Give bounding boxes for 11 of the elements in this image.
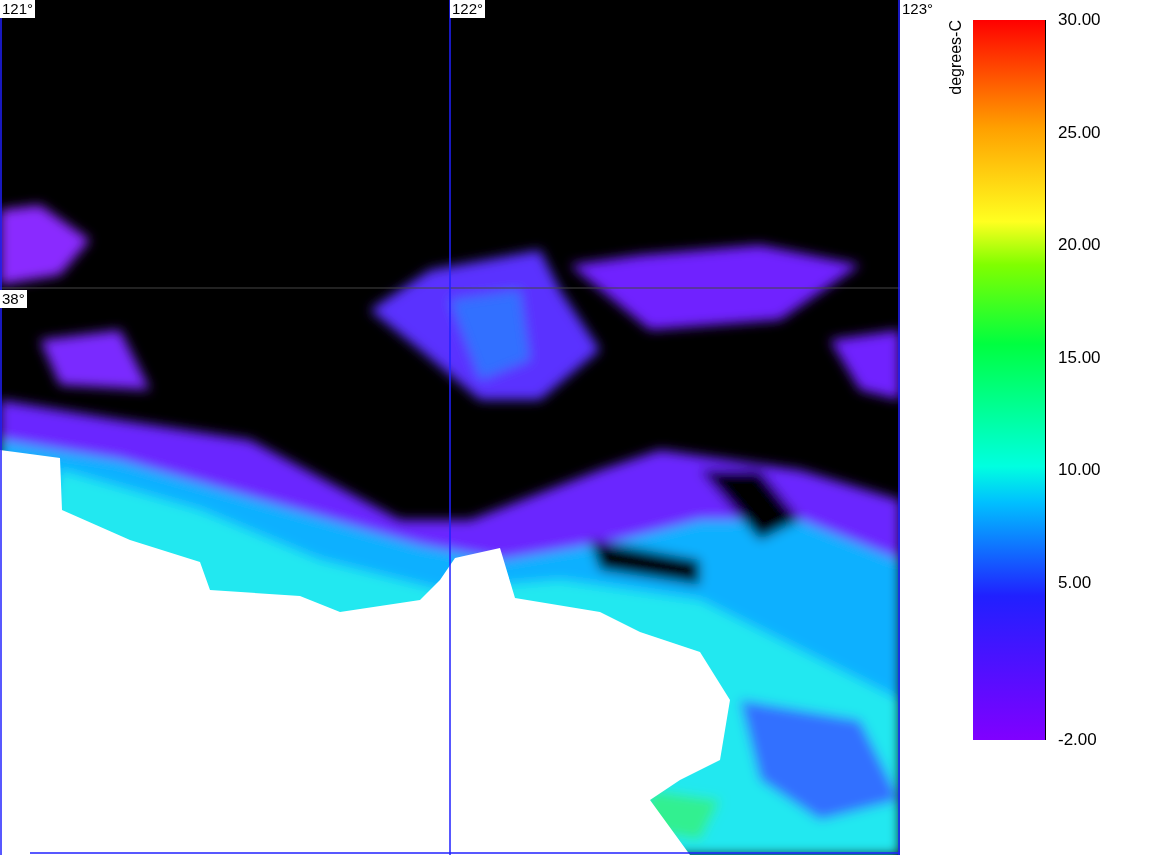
longitude-label: 122° (450, 0, 486, 18)
colorbar-title: degrees-C (947, 20, 965, 95)
colorbar-tick-label: 30.00 (1057, 10, 1101, 30)
colorbar-tick-label: 5.00 (1057, 572, 1092, 593)
longitude-label: 121° (0, 0, 36, 18)
colorbar-tick-label: 15.00 (1057, 347, 1101, 368)
colorbar-tick-label: 25.00 (1057, 122, 1101, 143)
colorbar-tick-label: -2.00 (1057, 730, 1097, 750)
colorbar-tick-label: 20.00 (1057, 235, 1101, 255)
colorbar-tick-label: 10.00 (1057, 460, 1101, 480)
latitude-label: 38° (0, 290, 27, 308)
